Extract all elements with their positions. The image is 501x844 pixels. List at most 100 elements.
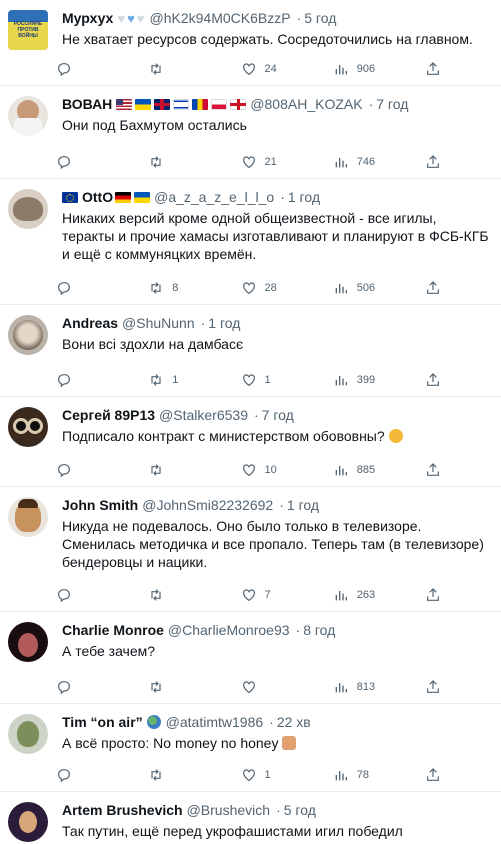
reply-button[interactable] bbox=[56, 587, 126, 603]
timestamp[interactable]: 5 год bbox=[304, 10, 336, 26]
reply-button[interactable] bbox=[56, 767, 126, 783]
person-shrugging-emoji-icon bbox=[282, 736, 297, 750]
timestamp[interactable]: 7 год bbox=[376, 96, 408, 112]
like-button[interactable]: 1 bbox=[241, 767, 311, 783]
tweet[interactable]: Charlie Monroe @CharlieMonroe93 · 8 год … bbox=[0, 612, 501, 704]
share-button[interactable] bbox=[425, 61, 441, 77]
like-button[interactable] bbox=[241, 679, 311, 695]
views-button[interactable]: 263 bbox=[333, 587, 403, 603]
handle[interactable]: @a_z_a_z_e_l_l_o bbox=[154, 189, 274, 205]
like-button[interactable]: 21 bbox=[241, 154, 311, 170]
tweet[interactable]: ВОВАН @808AH_KOZAK · 7 год Они под Бахму… bbox=[0, 86, 501, 179]
share-button[interactable] bbox=[425, 280, 441, 296]
share-icon bbox=[427, 155, 439, 168]
views-button[interactable]: 506 bbox=[333, 280, 403, 296]
retweet-button[interactable]: 1 bbox=[148, 372, 218, 388]
avatar[interactable]: РОССИЯНЕ ПРОТИВ ВОЙНЫ bbox=[8, 10, 48, 50]
handle[interactable]: @Stalker6539 bbox=[159, 407, 248, 423]
tweet[interactable]: РОССИЯНЕ ПРОТИВ ВОЙНЫ Мурхух ♥ ♥ ♥ @hK2k… bbox=[0, 0, 501, 86]
reply-button[interactable] bbox=[56, 280, 126, 296]
retweet-button[interactable] bbox=[148, 462, 218, 478]
retweet-icon bbox=[151, 769, 161, 781]
handle[interactable]: @hK2k94M0CK6BzzP bbox=[150, 10, 291, 26]
retweet-button[interactable] bbox=[148, 679, 218, 695]
separator-dot: · bbox=[276, 802, 281, 818]
display-name[interactable]: ВОВАН bbox=[62, 96, 112, 112]
like-button[interactable]: 10 bbox=[241, 462, 311, 478]
timestamp[interactable]: 7 год bbox=[262, 407, 294, 423]
avatar[interactable] bbox=[8, 714, 48, 754]
heart-icon bbox=[242, 63, 255, 76]
timestamp[interactable]: 22 хв bbox=[277, 714, 311, 730]
like-button[interactable]: 1 bbox=[241, 372, 311, 388]
tweet[interactable]: John Smith @JohnSmi82232692 · 1 год Нику… bbox=[0, 487, 501, 612]
display-name[interactable]: Tim “on air” bbox=[62, 714, 143, 730]
tweet-header: Charlie Monroe @CharlieMonroe93 · 8 год bbox=[62, 620, 491, 640]
retweet-button[interactable]: 8 bbox=[148, 280, 218, 296]
views-button[interactable]: 813 bbox=[333, 679, 403, 695]
retweet-button[interactable] bbox=[148, 154, 218, 170]
timestamp[interactable]: 5 год bbox=[284, 802, 316, 818]
avatar[interactable] bbox=[8, 315, 48, 355]
reply-button[interactable] bbox=[56, 61, 126, 77]
views-button[interactable]: 746 bbox=[333, 154, 403, 170]
like-button[interactable]: 28 bbox=[241, 280, 311, 296]
avatar[interactable] bbox=[8, 802, 48, 842]
display-name[interactable]: John Smith bbox=[62, 497, 138, 513]
timestamp[interactable]: 1 год bbox=[287, 497, 319, 513]
avatar[interactable] bbox=[8, 96, 48, 136]
share-button[interactable] bbox=[425, 372, 441, 388]
display-name[interactable]: Artem Brushevich bbox=[62, 802, 183, 818]
reply-button[interactable] bbox=[56, 372, 126, 388]
timestamp[interactable]: 1 год bbox=[288, 189, 320, 205]
display-name[interactable]: Мурхух bbox=[62, 10, 113, 26]
avatar[interactable] bbox=[8, 497, 48, 537]
retweet-button[interactable] bbox=[148, 61, 218, 77]
blue-heart-icon: ♥ bbox=[127, 10, 135, 26]
us-flag-icon bbox=[116, 98, 133, 110]
display-name[interactable]: Charlie Monroe bbox=[62, 622, 164, 638]
retweet-icon bbox=[151, 374, 161, 386]
share-button[interactable] bbox=[425, 154, 441, 170]
views-button[interactable]: 399 bbox=[333, 372, 403, 388]
retweet-icon bbox=[151, 156, 161, 168]
timestamp[interactable]: 1 год bbox=[208, 315, 240, 331]
share-button[interactable] bbox=[425, 767, 441, 783]
handle[interactable]: @CharlieMonroe93 bbox=[168, 622, 290, 638]
display-name[interactable]: OttO bbox=[82, 189, 113, 205]
retweet-button[interactable] bbox=[148, 767, 218, 783]
views-button[interactable]: 906 bbox=[333, 61, 403, 77]
like-button[interactable]: 24 bbox=[241, 61, 311, 77]
views-button[interactable]: 885 bbox=[333, 462, 403, 478]
thinking-face-emoji-icon bbox=[388, 429, 403, 443]
share-button[interactable] bbox=[425, 587, 441, 603]
reply-button[interactable] bbox=[56, 462, 126, 478]
tweet-header: Artem Brushevich @Brushevich · 5 год bbox=[62, 800, 491, 820]
views-button[interactable]: 78 bbox=[333, 767, 403, 783]
avatar[interactable] bbox=[8, 622, 48, 662]
reply-button[interactable] bbox=[56, 679, 126, 695]
view-count: 506 bbox=[356, 282, 376, 294]
share-button[interactable] bbox=[425, 679, 441, 695]
like-button[interactable]: 7 bbox=[241, 587, 311, 603]
tweet[interactable]: Сергей 89Р13 @Stalker6539 · 7 год Подпис… bbox=[0, 397, 501, 487]
share-icon bbox=[427, 463, 439, 476]
avatar[interactable] bbox=[8, 189, 48, 229]
tweet[interactable]: OttO @a_z_a_z_e_l_l_o · 1 год Никаких ве… bbox=[0, 179, 501, 305]
timestamp[interactable]: 8 год bbox=[303, 622, 335, 638]
display-name[interactable]: Andreas bbox=[62, 315, 118, 331]
tweet[interactable]: Tim “on air” @atatimtw1986 · 22 хв А всё… bbox=[0, 704, 501, 792]
handle[interactable]: @ShuNunn bbox=[122, 315, 195, 331]
share-button[interactable] bbox=[425, 462, 441, 478]
avatar[interactable] bbox=[8, 407, 48, 447]
handle[interactable]: @atatimtw1986 bbox=[166, 714, 263, 730]
handle[interactable]: @808AH_KOZAK bbox=[250, 96, 362, 112]
display-name[interactable]: Сергей 89Р13 bbox=[62, 407, 155, 423]
retweet-button[interactable] bbox=[148, 587, 218, 603]
tweet[interactable]: Andreas @ShuNunn · 1 год Вони всі здохли… bbox=[0, 305, 501, 397]
reply-button[interactable] bbox=[56, 154, 126, 170]
handle[interactable]: @JohnSmi82232692 bbox=[142, 497, 273, 513]
tweet[interactable]: Artem Brushevich @Brushevich · 5 год Так… bbox=[0, 792, 501, 844]
like-count: 21 bbox=[264, 156, 277, 168]
handle[interactable]: @Brushevich bbox=[187, 802, 270, 818]
